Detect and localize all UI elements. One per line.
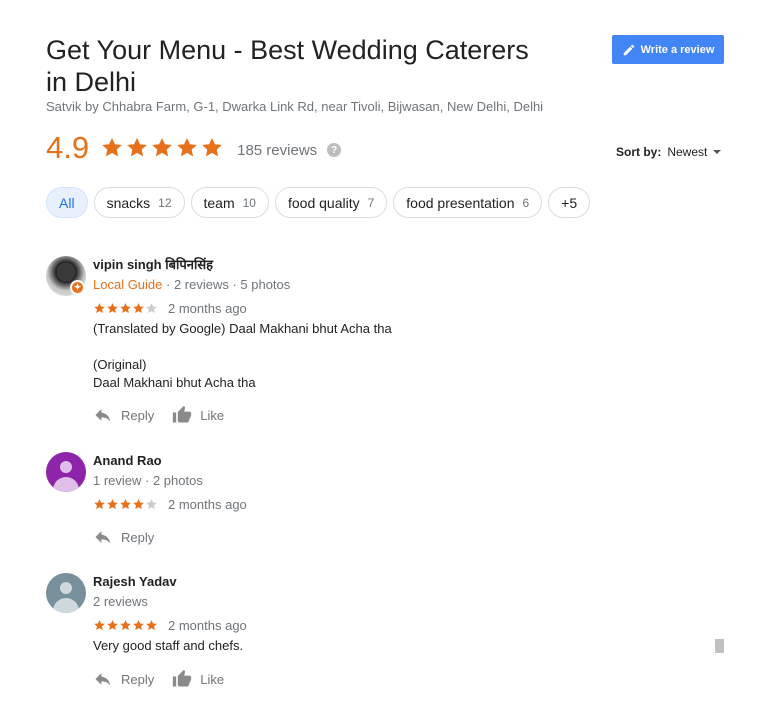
chip-count: 10	[242, 195, 256, 210]
reviewer-meta: 2 reviews	[93, 594, 148, 609]
thumbs-up-icon	[173, 405, 192, 423]
star-icon	[133, 302, 144, 313]
topic-chips: All snacks 12 team 10 food quality 7 foo…	[46, 187, 591, 218]
pencil-icon	[623, 44, 634, 55]
review-text-line: Daal Makhani bhut Acha tha	[93, 375, 256, 390]
reply-label: Reply	[121, 407, 155, 423]
reply-arrow-icon	[95, 531, 111, 544]
chip-count: 7	[367, 195, 375, 210]
write-review-button[interactable]: Write a review	[612, 35, 724, 64]
reply-label: Reply	[121, 671, 155, 687]
chip-more[interactable]: +5	[548, 187, 591, 218]
review-stars	[93, 619, 158, 632]
review-text-line: (Original)	[93, 357, 147, 372]
review-date: 2 months ago	[168, 617, 247, 633]
star-icon	[152, 138, 172, 157]
chip-food-quality[interactable]: food quality 7	[274, 187, 388, 218]
reviewer-stats: · 2 reviews · 5 photos	[162, 277, 291, 292]
rating-value: 4.9	[46, 130, 90, 165]
reviewer-name[interactable]: Rajesh Yadav	[93, 573, 723, 591]
chip-count: 6	[522, 195, 530, 210]
reviewer-name[interactable]: vipin singh बिपिनसिंह	[93, 256, 723, 274]
reply-label: Reply	[121, 529, 155, 545]
chip-label: food presentation	[406, 194, 515, 211]
star-icon	[133, 498, 144, 509]
reviewer-meta: 1 review · 2 photos	[93, 473, 203, 488]
like-label: Like	[200, 671, 225, 687]
star-icon	[133, 619, 144, 630]
star-icon	[107, 302, 118, 313]
review-text-line	[93, 338, 723, 356]
star-icon	[146, 619, 157, 630]
review-text: Very good staff and chefs.	[93, 637, 723, 655]
chip-food-presentation[interactable]: food presentation 6	[393, 187, 543, 218]
reply-arrow-icon	[95, 409, 111, 422]
sort-dropdown[interactable]: Sort by: Newest	[616, 145, 722, 159]
review-text: (Translated by Google) Daal Makhani bhut…	[93, 320, 723, 392]
star-icon	[94, 619, 105, 630]
review-date: 2 months ago	[168, 300, 247, 316]
page-title: Get Your Menu - Best Wedding Caterers in…	[46, 35, 529, 97]
help-icon[interactable]: ?	[327, 143, 342, 157]
reviewer-meta: Local Guide · 2 reviews · 5 photos	[93, 277, 723, 293]
chip-all[interactable]: All	[46, 187, 88, 218]
avatar-head	[60, 461, 72, 473]
chip-team[interactable]: team 10	[190, 187, 269, 218]
sort-label: Sort by:	[616, 145, 662, 159]
review-count[interactable]: 185 reviews	[237, 142, 317, 159]
chip-count: 12	[158, 195, 172, 210]
reply-button[interactable]: Reply	[93, 405, 154, 425]
review-date: 2 months ago	[168, 496, 247, 512]
thumbs-up-icon	[173, 669, 192, 687]
place-address: Satvik by Chhabra Farm, G-1, Dwarka Link…	[46, 99, 544, 114]
star-icon	[107, 498, 118, 509]
like-button[interactable]: Like	[172, 405, 224, 425]
star-icon	[94, 302, 105, 313]
reviewer-name[interactable]: Anand Rao	[93, 452, 723, 470]
star-icon	[94, 498, 105, 509]
review-text-line: (Translated by Google) Daal Makhani bhut…	[93, 321, 392, 336]
sort-value: Newest	[667, 145, 708, 159]
star-icon	[146, 498, 157, 509]
local-guide-label: Local Guide	[93, 277, 163, 292]
avatar[interactable]	[46, 452, 86, 492]
star-icon	[127, 138, 147, 157]
chip-snacks[interactable]: snacks 12	[93, 187, 185, 218]
reply-button[interactable]: Reply	[93, 527, 154, 547]
like-button[interactable]: Like	[172, 669, 224, 689]
review-stars	[93, 498, 158, 511]
star-icon	[120, 302, 131, 313]
avatar-head	[60, 582, 72, 594]
like-label: Like	[200, 407, 225, 423]
caret-down-icon	[713, 150, 722, 154]
chip-label: food quality	[287, 194, 360, 211]
chip-label: team	[203, 194, 235, 211]
reply-arrow-icon	[95, 673, 111, 686]
avatar-body	[53, 598, 79, 613]
star-icon	[120, 498, 131, 509]
star-icon	[146, 302, 157, 313]
review-text-line: Very good staff and chefs.	[93, 638, 244, 653]
reply-button[interactable]: Reply	[93, 669, 154, 689]
review-stars	[93, 302, 158, 315]
local-guide-badge-icon: ✦	[70, 280, 85, 295]
star-icon	[177, 138, 197, 157]
avatar-body	[53, 477, 79, 492]
chip-label: +5	[561, 194, 578, 211]
star-icon	[120, 619, 131, 630]
star-icon	[102, 138, 122, 157]
chip-label: All	[59, 194, 75, 211]
avatar[interactable]	[46, 573, 86, 613]
star-icon	[202, 138, 222, 157]
star-icon	[107, 619, 118, 630]
chip-label: snacks	[106, 194, 151, 211]
rating-stars	[100, 136, 224, 160]
write-review-label: Write a review	[640, 43, 715, 56]
scrollbar-thumb[interactable]	[715, 639, 724, 653]
rating-summary: 4.9 185 reviews ?	[46, 128, 342, 168]
